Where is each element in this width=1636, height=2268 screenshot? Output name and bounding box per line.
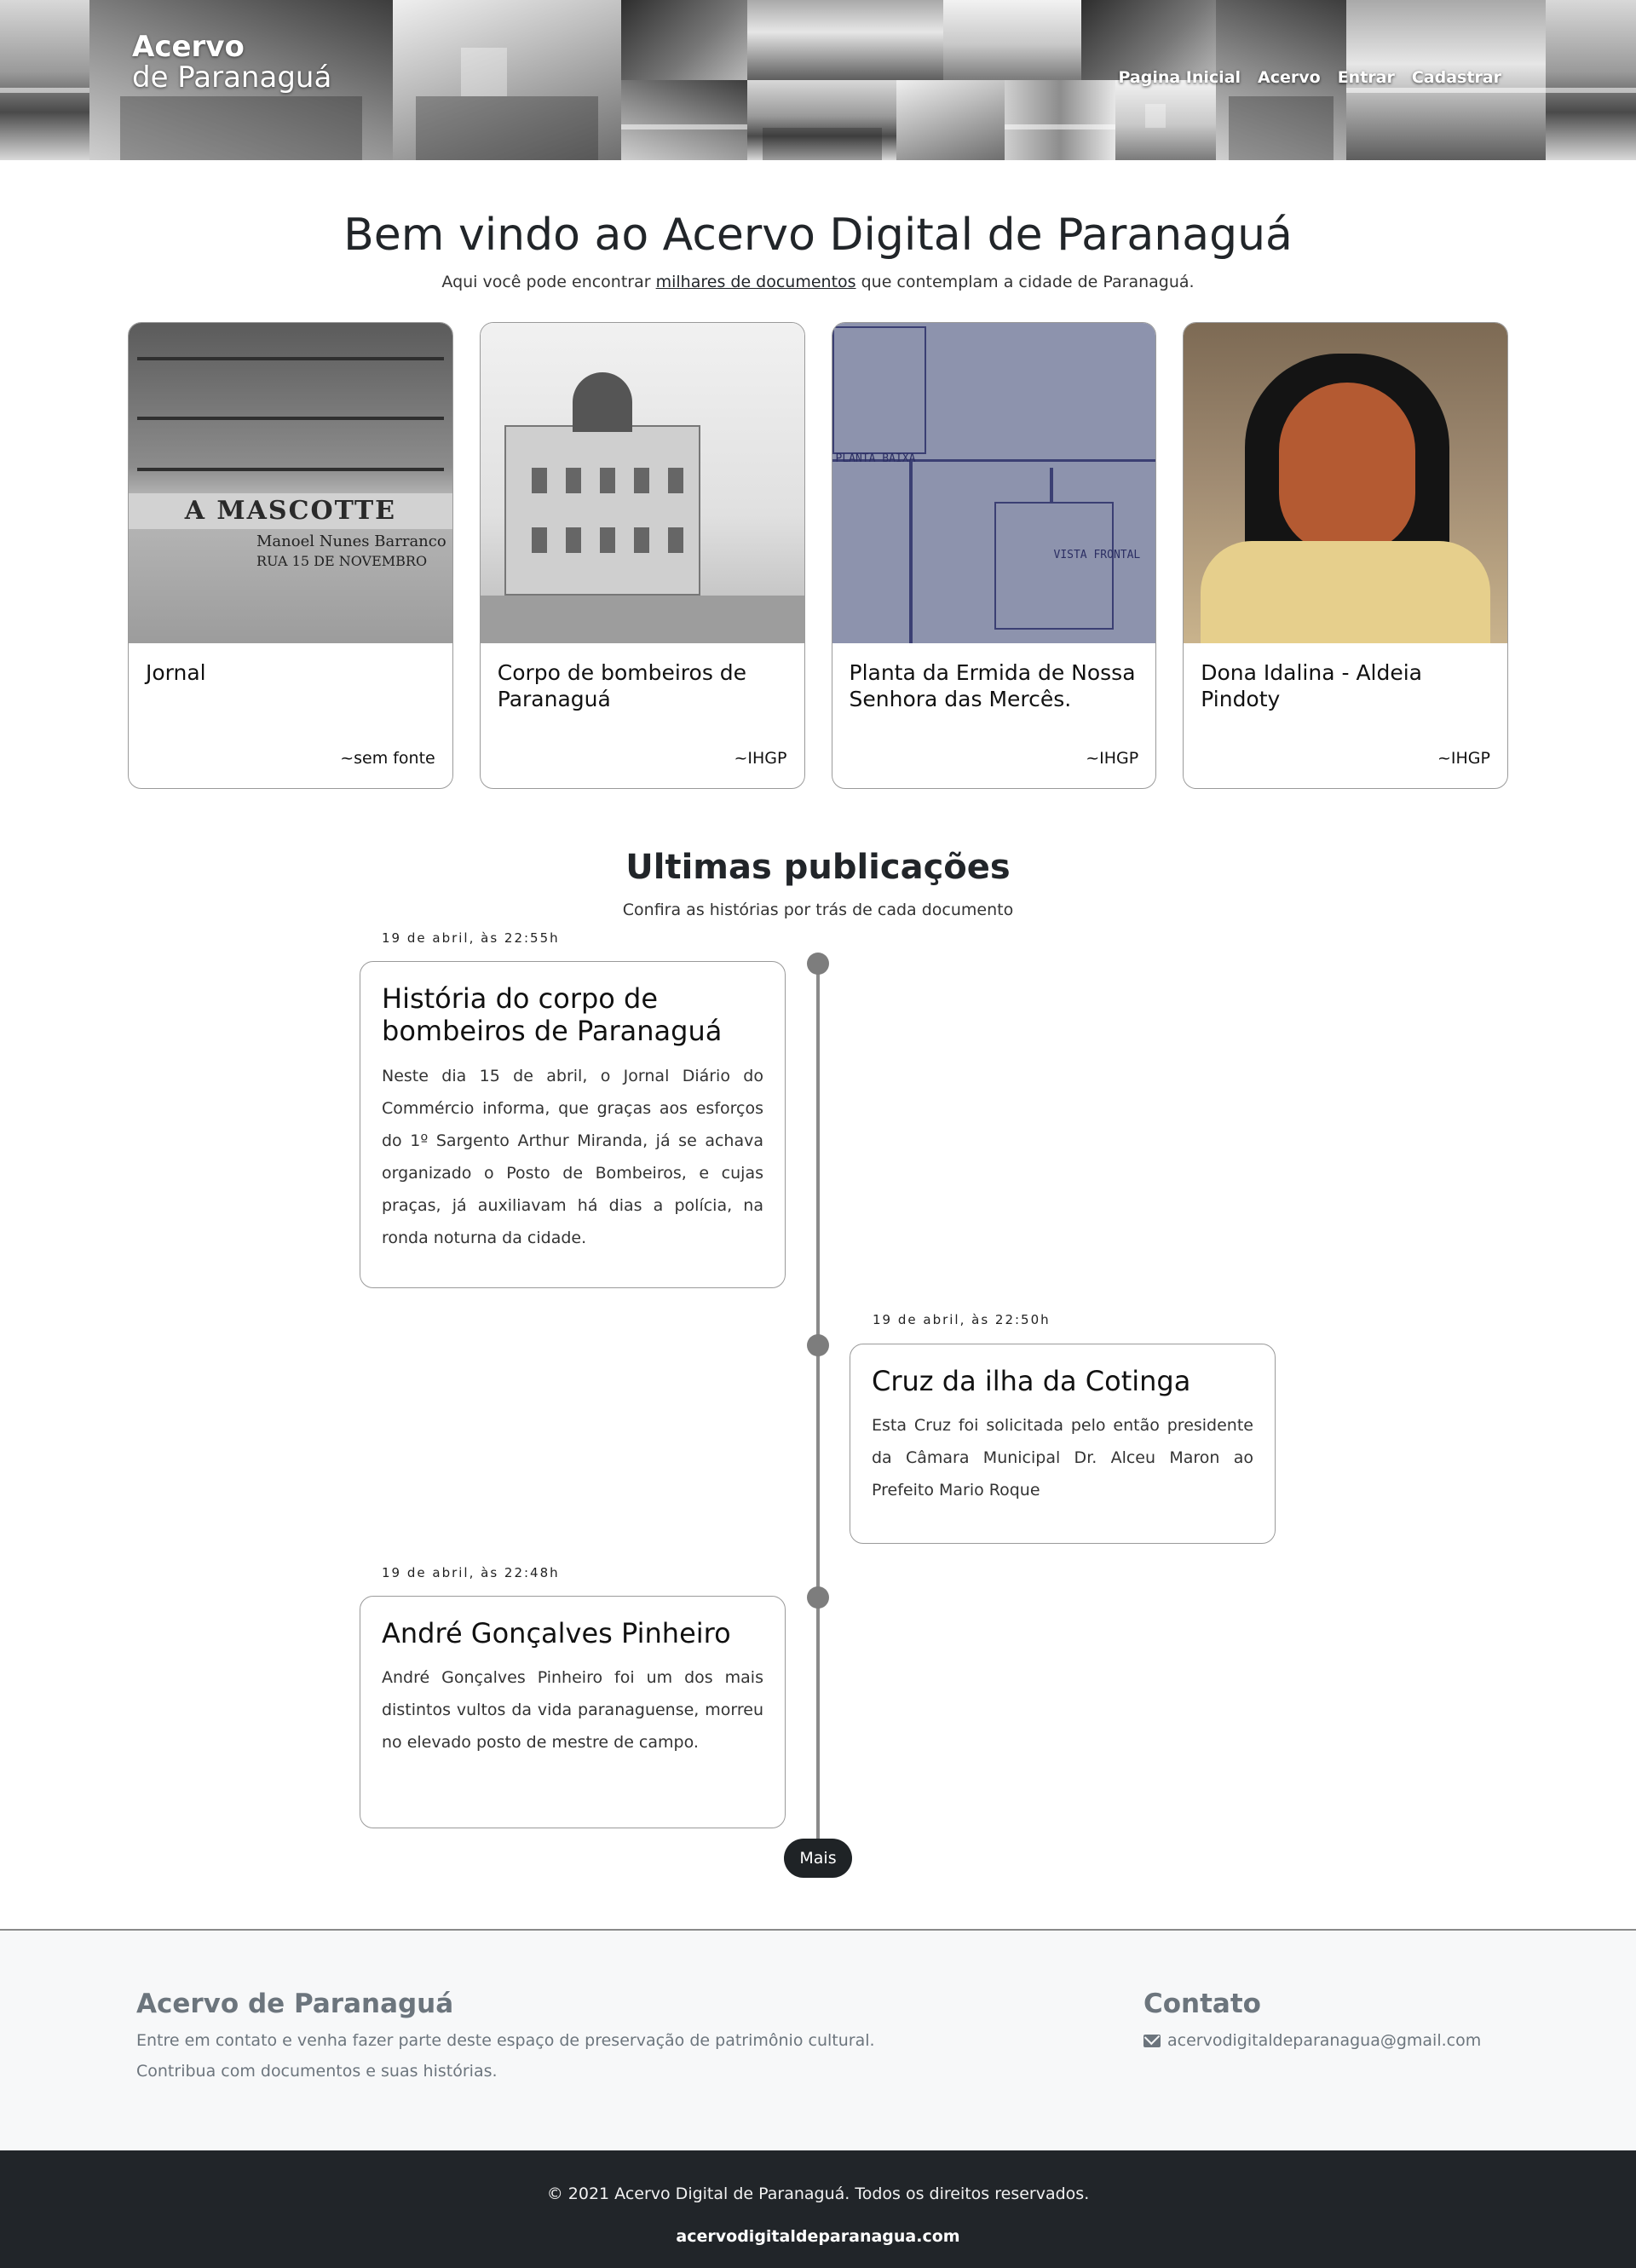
- timeline-line: [816, 963, 820, 1840]
- newspaper-name-line: Manoel Nunes Barranco: [256, 532, 446, 550]
- site-logo[interactable]: Acervo de Paranaguá: [132, 32, 331, 93]
- post-timestamp: 19 de abril, às 22:55h: [382, 930, 560, 946]
- document-card-planta[interactable]: PLANTA BAIXA VISTA FRONTAL Planta da Erm…: [831, 322, 1157, 789]
- card-title: Planta da Ermida de Nossa Senhora das Me…: [849, 660, 1136, 711]
- post-card[interactable]: Cruz da ilha da Cotinga Esta Cruz foi so…: [850, 1344, 1276, 1544]
- footer-info: Acervo de Paranaguá Entre em contato e v…: [0, 1929, 1636, 2150]
- featured-documents: A MASCOTTE Manoel Nunes Barranco RUA 15 …: [128, 322, 1508, 789]
- blueprint-label-planta: PLANTA BAIXA: [835, 452, 916, 465]
- logo-line-1: Acervo: [132, 30, 245, 64]
- portrait-photo-icon: [1184, 323, 1507, 643]
- card-source: ~sem fonte: [340, 749, 435, 768]
- newspaper-address-line: RUA 15 DE NOVEMBRO: [256, 553, 428, 569]
- banner-photo-tile: [747, 0, 943, 80]
- banner-photo-tile: [0, 0, 89, 160]
- logo-line-2: de Paranaguá: [132, 60, 332, 95]
- copyright-text: © 2021 Acervo Digital de Paranaguá. Todo…: [546, 2185, 1090, 2203]
- header-banner: Acervo de Paranaguá Pagina Inicial Acerv…: [0, 0, 1636, 160]
- post-timestamp: 19 de abril, às 22:50h: [873, 1312, 1051, 1327]
- page-title: Bem vindo ao Acervo Digital de Paranaguá: [343, 210, 1293, 261]
- banner-photo-tile: [747, 80, 896, 160]
- footer-bar: © 2021 Acervo Digital de Paranaguá. Todo…: [0, 2150, 1636, 2268]
- footer-email[interactable]: acervodigitaldeparanagua@gmail.com: [1143, 2031, 1481, 2050]
- post-title[interactable]: André Gonçalves Pinheiro: [382, 1617, 763, 1649]
- publications-title: Ultimas publicações: [625, 848, 1011, 887]
- document-card-idalina[interactable]: Dona Idalina - Aldeia Pindoty ~IHGP: [1183, 322, 1508, 789]
- post-title[interactable]: História do corpo de bombeiros de Parana…: [382, 982, 763, 1048]
- banner-photo-tile: [1546, 0, 1636, 160]
- post-card[interactable]: André Gonçalves Pinheiro André Gonçalves…: [360, 1596, 786, 1828]
- post-card[interactable]: História do corpo de bombeiros de Parana…: [360, 961, 786, 1288]
- banner-photo-tile: [1115, 80, 1216, 160]
- card-title: Corpo de bombeiros de Paranaguá: [497, 660, 747, 711]
- timeline-dot: [807, 953, 829, 975]
- document-card-bombeiros[interactable]: Corpo de bombeiros de Paranaguá ~IHGP: [479, 322, 805, 789]
- post-timestamp: 19 de abril, às 22:48h: [382, 1565, 560, 1580]
- banner-photo-tile: [393, 0, 621, 160]
- banner-photo-tile: [621, 80, 747, 160]
- documents-link[interactable]: milhares de documentos: [656, 273, 856, 291]
- page-subtitle: Aqui você pode encontrar milhares de doc…: [0, 273, 1636, 291]
- banner-photo-tile: [1005, 80, 1115, 160]
- banner-photo-tile: [621, 0, 747, 80]
- footer-brand: Acervo de Paranaguá: [136, 1989, 454, 2019]
- footer-text-line-1: Entre em contato e venha fazer parte des…: [136, 2031, 875, 2050]
- fire-station-photo-icon: [480, 323, 804, 643]
- newspaper-photo-icon: A MASCOTTE Manoel Nunes Barranco RUA 15 …: [129, 323, 452, 643]
- envelope-icon: [1143, 2034, 1161, 2047]
- card-source: ~IHGP: [1437, 749, 1490, 768]
- nav-pagina-inicial[interactable]: Pagina Inicial: [1119, 68, 1241, 87]
- card-title: Dona Idalina - Aldeia Pindoty: [1201, 660, 1423, 711]
- subtitle-text-after: que contemplam a cidade de Paranaguá.: [855, 273, 1195, 291]
- timeline-dot: [807, 1586, 829, 1609]
- footer-contact-title: Contato: [1143, 1989, 1261, 2019]
- timeline-dot: [807, 1334, 829, 1356]
- post-excerpt: Neste dia 15 de abril, o Jornal Diário d…: [382, 1066, 763, 1247]
- nav-entrar[interactable]: Entrar: [1338, 68, 1395, 87]
- nav-acervo[interactable]: Acervo: [1258, 68, 1321, 87]
- subtitle-text-before: Aqui você pode encontrar: [441, 273, 656, 291]
- footer-email-text[interactable]: acervodigitaldeparanagua@gmail.com: [1167, 2031, 1481, 2050]
- newspaper-masthead: A MASCOTTE: [129, 493, 452, 529]
- banner-photo-tile: [896, 80, 1005, 160]
- more-posts-button[interactable]: Mais: [784, 1839, 852, 1878]
- footer-text-line-2: Contribua com documentos e suas história…: [136, 2062, 498, 2081]
- card-source: ~IHGP: [1086, 749, 1139, 768]
- card-source: ~IHGP: [734, 749, 787, 768]
- site-url-link[interactable]: acervodigitaldeparanagua.com: [0, 2227, 1636, 2246]
- blueprint-photo-icon: PLANTA BAIXA VISTA FRONTAL: [832, 323, 1156, 643]
- card-title: Jornal: [146, 660, 206, 685]
- publications-subtitle: Confira as histórias por trás de cada do…: [622, 901, 1014, 919]
- banner-photo-tile: [943, 0, 1081, 80]
- nav-cadastrar[interactable]: Cadastrar: [1412, 68, 1501, 87]
- top-nav: Pagina Inicial Acervo Entrar Cadastrar: [1119, 68, 1502, 87]
- blueprint-label-vista: VISTA FRONTAL: [1053, 549, 1141, 561]
- post-excerpt: Esta Cruz foi solicitada pelo então pres…: [872, 1416, 1253, 1500]
- post-title[interactable]: Cruz da ilha da Cotinga: [872, 1365, 1253, 1397]
- post-excerpt: André Gonçalves Pinheiro foi um dos mais…: [382, 1668, 763, 1753]
- document-card-jornal[interactable]: A MASCOTTE Manoel Nunes Barranco RUA 15 …: [128, 322, 453, 789]
